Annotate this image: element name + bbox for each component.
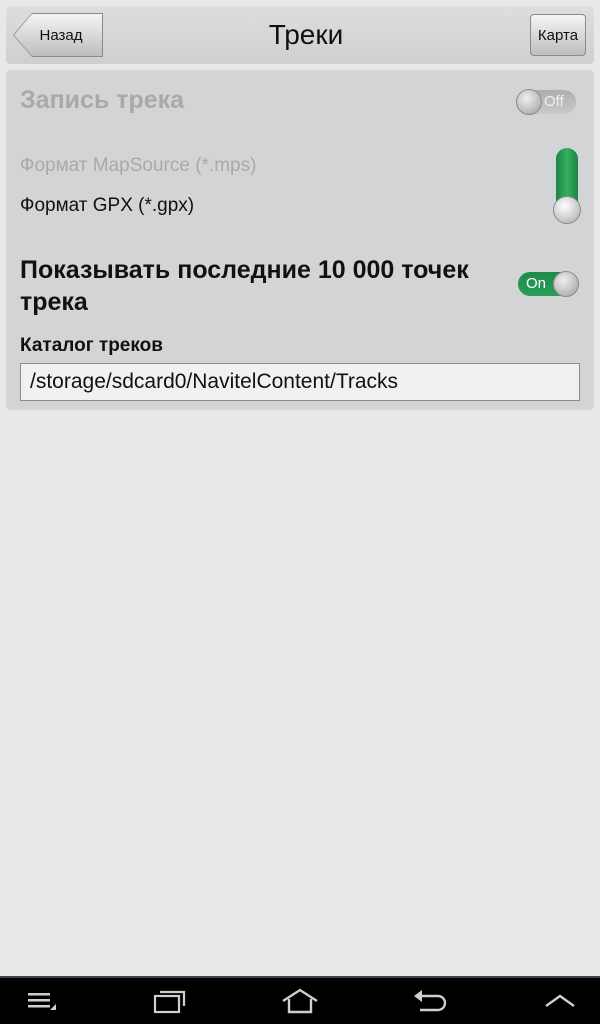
toggle-knob (553, 271, 579, 297)
show-last-points-label: Показывать последние 10 000 точек трека (20, 256, 469, 316)
chevron-up-icon[interactable] (540, 986, 580, 1016)
home-icon[interactable] (280, 986, 320, 1016)
record-track-toggle[interactable]: Off (516, 89, 576, 115)
show-last-points-toggle[interactable]: On (518, 271, 579, 297)
back-button[interactable]: Назад (14, 14, 102, 56)
record-track-label: Запись трека (20, 86, 185, 114)
page-title: Треки (268, 19, 344, 50)
record-toggle-state: Off (544, 93, 564, 110)
back-icon[interactable] (410, 986, 450, 1016)
switch-knob (553, 196, 581, 224)
show-last-toggle-state: On (526, 275, 547, 292)
header-bar: Назад Треки Карта (6, 6, 594, 64)
format-selector-switch[interactable] (553, 148, 581, 224)
menu-icon[interactable] (24, 986, 64, 1016)
format-mapsource-option[interactable]: Формат MapSource (*.mps) (20, 155, 256, 177)
toggle-knob (516, 89, 542, 115)
screen: Назад Треки Карта Запись трека Off Форма… (0, 0, 600, 1024)
map-button[interactable]: Карта (530, 14, 586, 56)
recent-apps-icon[interactable] (150, 986, 190, 1016)
settings-panel: Запись трека Off Формат MapSource (*.mps… (6, 70, 594, 410)
format-gpx-option[interactable]: Формат GPX (*.gpx) (20, 195, 194, 217)
catalog-path-field[interactable]: /storage/sdcard0/NavitelContent/Tracks (20, 363, 580, 401)
system-nav-bar (0, 976, 600, 1024)
catalog-label: Каталог треков (20, 335, 163, 356)
